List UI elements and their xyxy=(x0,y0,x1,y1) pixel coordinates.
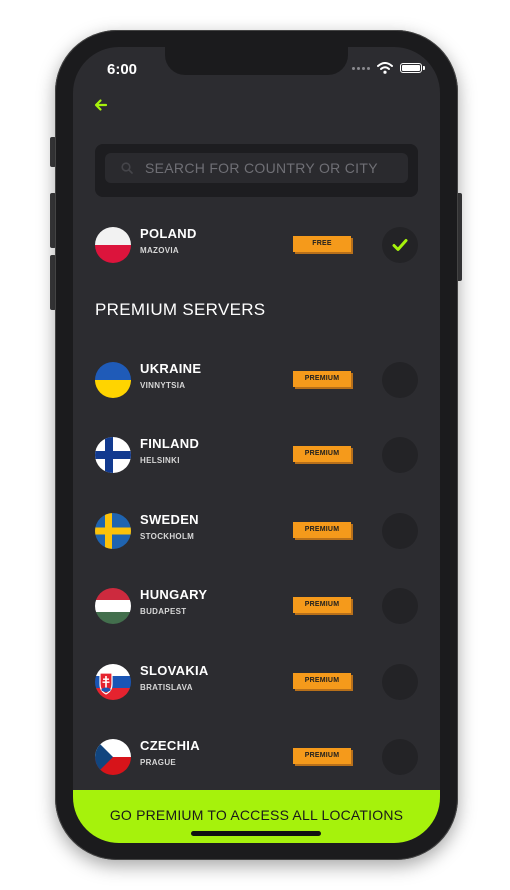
server-row-slovakia[interactable]: SLOVAKIA BRATISLAVA PREMIUM xyxy=(73,660,440,704)
server-country: HUNGARY xyxy=(140,587,208,602)
hungary-flag-icon xyxy=(95,588,131,624)
server-city: STOCKHOLM xyxy=(140,532,195,541)
server-row-sweden[interactable]: SWEDEN STOCKHOLM PREMIUM xyxy=(73,509,440,553)
free-badge: FREE xyxy=(293,236,351,252)
finland-flag-icon xyxy=(95,437,131,473)
czechia-flag-icon xyxy=(95,739,131,775)
server-row-finland[interactable]: FINLAND HELSINKI PREMIUM xyxy=(73,433,440,477)
search-input[interactable] xyxy=(145,153,400,183)
server-city: BRATISLAVA xyxy=(140,683,193,692)
server-city: PRAGUE xyxy=(140,758,177,767)
server-select-toggle[interactable] xyxy=(382,664,418,700)
app-screen: 6:00 POLAND MAZOVIA FREE xyxy=(73,47,440,843)
ukraine-flag-icon xyxy=(95,362,131,398)
server-select-toggle[interactable] xyxy=(382,437,418,473)
search-bar xyxy=(95,144,418,197)
server-select-toggle[interactable] xyxy=(382,513,418,549)
server-country: UKRAINE xyxy=(140,361,202,376)
notch xyxy=(165,47,348,75)
server-city: BUDAPEST xyxy=(140,607,187,616)
sweden-flag-icon xyxy=(95,513,131,549)
server-row-ukraine[interactable]: UKRAINE VINNYTSIA PREMIUM xyxy=(73,358,440,402)
server-select-toggle[interactable] xyxy=(382,362,418,398)
status-icons xyxy=(352,62,425,74)
premium-badge: PREMIUM xyxy=(293,522,351,538)
wifi-icon xyxy=(377,62,393,74)
server-select-toggle[interactable] xyxy=(382,227,418,263)
premium-badge: PREMIUM xyxy=(293,446,351,462)
search-icon xyxy=(121,162,133,174)
premium-badge: PREMIUM xyxy=(293,673,351,689)
cellular-signal-icon xyxy=(352,66,370,70)
server-country: CZECHIA xyxy=(140,738,200,753)
checkmark-icon xyxy=(392,239,408,251)
slovakia-flag-icon xyxy=(95,664,131,700)
premium-badge: PREMIUM xyxy=(293,748,351,764)
server-row-poland[interactable]: POLAND MAZOVIA FREE xyxy=(73,223,440,267)
server-select-toggle[interactable] xyxy=(382,588,418,624)
premium-badge: PREMIUM xyxy=(293,597,351,613)
server-city: HELSINKI xyxy=(140,456,180,465)
premium-servers-heading: PREMIUM SERVERS xyxy=(95,300,266,319)
server-country: SWEDEN xyxy=(140,512,199,527)
search-field[interactable] xyxy=(105,153,408,183)
home-indicator[interactable] xyxy=(191,831,321,836)
poland-flag-icon xyxy=(95,227,131,263)
server-select-toggle[interactable] xyxy=(382,739,418,775)
status-time: 6:00 xyxy=(107,61,138,78)
battery-icon xyxy=(400,63,425,73)
server-city: VINNYTSIA xyxy=(140,381,186,390)
back-arrow-icon[interactable] xyxy=(94,98,108,112)
server-row-czechia[interactable]: CZECHIA PRAGUE PREMIUM xyxy=(73,735,440,779)
server-country: FINLAND xyxy=(140,436,200,451)
server-country: SLOVAKIA xyxy=(140,663,209,678)
server-row-hungary[interactable]: HUNGARY BUDAPEST PREMIUM xyxy=(73,584,440,628)
premium-badge: PREMIUM xyxy=(293,371,351,387)
server-city: MAZOVIA xyxy=(140,246,179,255)
server-country: POLAND xyxy=(140,226,197,241)
